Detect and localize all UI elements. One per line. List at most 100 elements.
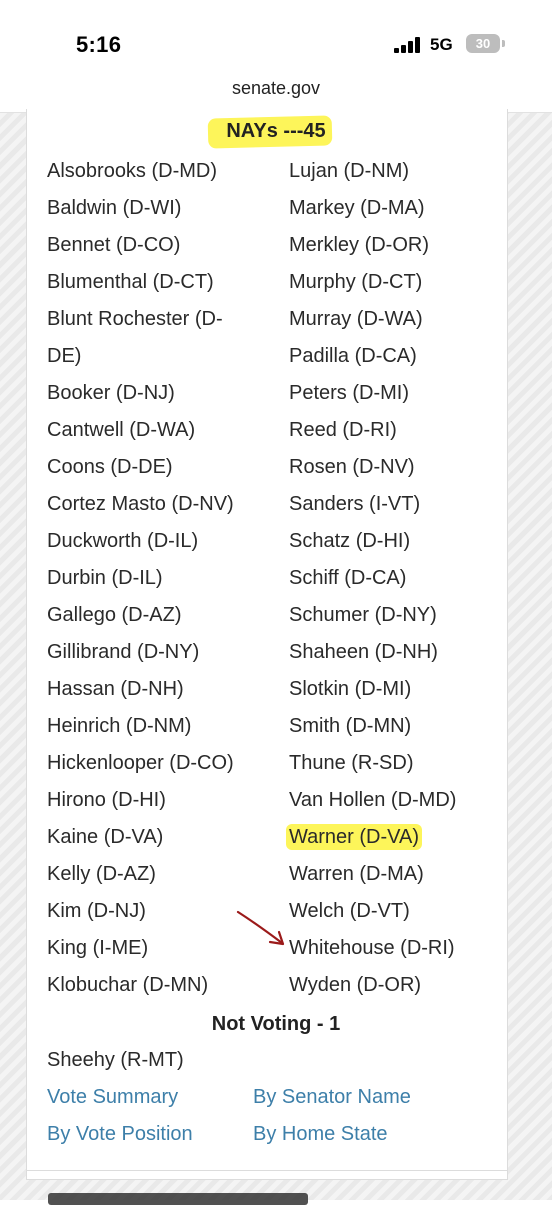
senator-name: Shaheen (D-NH) — [289, 641, 438, 663]
senator-entry: King (I-ME) — [47, 930, 234, 967]
senator-name: Murray (D-WA) — [289, 308, 423, 330]
senator-entry: Duckworth (D-IL) — [47, 523, 234, 560]
senator-name: Hickenlooper (D-CO) — [47, 752, 234, 774]
senator-entry: Kaine (D-VA) — [47, 819, 234, 856]
senator-name: Cortez Masto (D-NV) — [47, 493, 234, 515]
senator-name: Thune (R-SD) — [289, 752, 414, 774]
senator-entry: Sheehy (R-MT) — [47, 1042, 184, 1079]
senator-name: Cantwell (D-WA) — [47, 419, 196, 441]
senator-entry: Gallego (D-AZ) — [47, 597, 234, 634]
senator-name: Booker (D-NJ) — [47, 382, 175, 404]
nays-right-column: Lujan (D-NM) Markey (D-MA) Merkley (D-OR) M… — [286, 153, 456, 1004]
senator-entry: Lujan (D-NM) — [289, 153, 456, 190]
senator-entry: Gillibrand (D-NY) — [47, 634, 234, 671]
senator-name: Schumer (D-NY) — [289, 604, 437, 626]
network-type: 5G — [430, 35, 453, 54]
senator-name: Schiff (D-CA) — [289, 567, 407, 589]
status-bar: 5:16 5G 30 — [0, 0, 552, 66]
senator-entry: Markey (D-MA) — [289, 190, 456, 227]
senator-name: Kelly (D-AZ) — [47, 863, 156, 885]
senator-entry: Coons (D-DE) — [47, 449, 234, 486]
senator-entry: Rosen (D-NV) — [289, 449, 456, 486]
cellular-signal-icon — [394, 37, 424, 53]
senator-name: Hirono (D-HI) — [47, 789, 166, 811]
browser-url-bar[interactable]: senate.gov — [0, 66, 552, 113]
senator-entry: Hassan (D-NH) — [47, 671, 234, 708]
senator-entry: Blunt Rochester (D- — [47, 301, 234, 338]
senator-entry: Durbin (D-IL) — [47, 560, 234, 597]
senator-name: Reed (D-RI) — [289, 419, 397, 441]
not-voting-list: Sheehy (R-MT) — [47, 1042, 184, 1079]
senator-entry: Blumenthal (D-CT) — [47, 264, 234, 301]
senator-name: Lujan (D-NM) — [289, 160, 410, 182]
senator-entry: Cantwell (D-WA) — [47, 412, 234, 449]
senator-name: Warren (D-MA) — [289, 863, 424, 885]
senator-name: Klobuchar (D-MN) — [47, 974, 209, 996]
senator-entry: Hickenlooper (D-CO) — [47, 745, 234, 782]
senator-name: Rosen (D-NV) — [289, 456, 415, 478]
senator-name: Blunt Rochester (D- — [47, 308, 223, 330]
senator-name: Markey (D-MA) — [289, 197, 425, 219]
senator-name: Gallego (D-AZ) — [47, 604, 182, 626]
senator-entry: Warren (D-MA) — [289, 856, 456, 893]
vote-links-left: Vote Summary By Vote Position — [47, 1079, 193, 1153]
senator-entry: Whitehouse (D-RI) — [289, 930, 456, 967]
senator-entry: Schiff (D-CA) — [289, 560, 456, 597]
senator-name: Duckworth (D-IL) — [47, 530, 199, 552]
senator-name: Blumenthal (D-CT) — [47, 271, 214, 293]
senator-entry: Kim (D-NJ) — [47, 893, 234, 930]
senator-name: Peters (D-MI) — [289, 382, 409, 404]
senator-entry: Klobuchar (D-MN) — [47, 967, 234, 1004]
senator-entry: Schatz (D-HI) — [289, 523, 456, 560]
senator-name: Slotkin (D-MI) — [289, 678, 412, 700]
senator-name: Baldwin (D-WI) — [47, 197, 182, 219]
battery-icon: 30 — [466, 34, 500, 53]
senator-entry: DE) — [47, 338, 234, 375]
senator-entry: Sanders (I-VT) — [289, 486, 456, 523]
senator-name: Van Hollen (D-MD) — [289, 789, 457, 811]
senator-name-highlighted: Warner (D-VA) — [286, 824, 422, 850]
senator-entry: Van Hollen (D-MD) — [289, 782, 456, 819]
senator-entry: Smith (D-MN) — [289, 708, 456, 745]
senator-entry: Murphy (D-CT) — [289, 264, 456, 301]
senator-entry: Booker (D-NJ) — [47, 375, 234, 412]
battery-cap — [502, 40, 505, 47]
senator-entry: Peters (D-MI) — [289, 375, 456, 412]
by-home-state-link[interactable]: By Home State — [253, 1116, 411, 1153]
senator-name: King (I-ME) — [47, 937, 149, 959]
senator-name: Coons (D-DE) — [47, 456, 173, 478]
vote-summary-link[interactable]: Vote Summary — [47, 1079, 193, 1116]
senator-name: Hassan (D-NH) — [47, 678, 184, 700]
by-vote-position-link[interactable]: By Vote Position — [47, 1116, 193, 1153]
senator-entry: Alsobrooks (D-MD) — [47, 153, 234, 190]
senator-name: Bennet (D-CO) — [47, 234, 181, 256]
senator-entry: Reed (D-RI) — [289, 412, 456, 449]
page-content[interactable]: NAYs ---45 Alsobrooks (D-MD) Baldwin (D-W… — [0, 109, 552, 1205]
senator-name: Smith (D-MN) — [289, 715, 412, 737]
annotation-arrow-icon — [236, 910, 285, 946]
url-text: senate.gov — [231, 78, 321, 98]
senator-name: Alsobrooks (D-MD) — [47, 160, 218, 182]
senator-entry: Slotkin (D-MI) — [289, 671, 456, 708]
senator-name: Heinrich (D-NM) — [47, 715, 192, 737]
senator-entry: Wyden (D-OR) — [289, 967, 456, 1004]
senator-entry: Shaheen (D-NH) — [289, 634, 456, 671]
senator-entry: Welch (D-VT) — [289, 893, 456, 930]
panel-divider — [26, 1170, 508, 1171]
senator-name: Kaine (D-VA) — [47, 826, 164, 848]
senator-entry: Hirono (D-HI) — [47, 782, 234, 819]
senator-entry: Thune (R-SD) — [289, 745, 456, 782]
senator-name: Wyden (D-OR) — [289, 974, 422, 996]
nays-heading: NAYs ---45 — [226, 120, 326, 142]
senator-entry: Bennet (D-CO) — [47, 227, 234, 264]
senator-name: Sanders (I-VT) — [289, 493, 421, 515]
senator-entry: Murray (D-WA) — [289, 301, 456, 338]
by-senator-name-link[interactable]: By Senator Name — [253, 1079, 411, 1116]
senator-name: Kim (D-NJ) — [47, 900, 146, 922]
senator-name: Padilla (D-CA) — [289, 345, 417, 367]
senator-name: Murphy (D-CT) — [289, 271, 423, 293]
senator-name: Durbin (D-IL) — [47, 567, 163, 589]
vote-links-right: By Senator Name By Home State — [253, 1079, 411, 1153]
senator-entry: Cortez Masto (D-NV) — [47, 486, 234, 523]
nays-left-column: Alsobrooks (D-MD) Baldwin (D-WI) Bennet (D… — [47, 153, 234, 1004]
